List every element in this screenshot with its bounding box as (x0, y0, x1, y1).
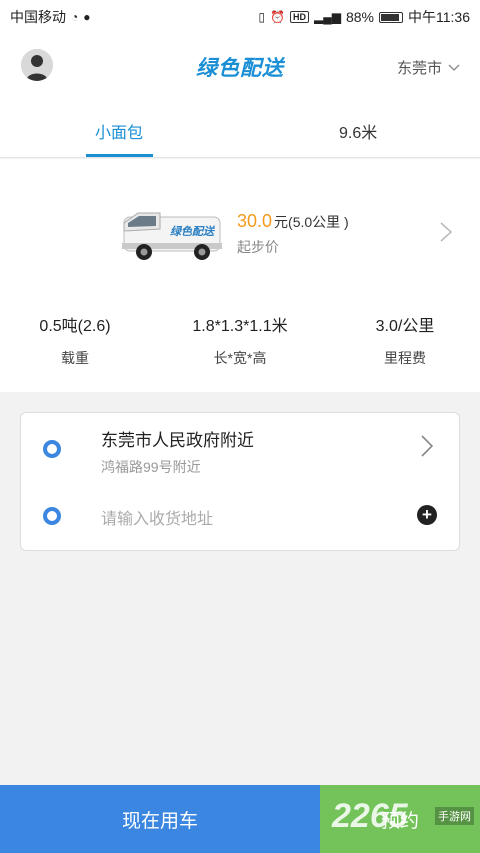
van-brand-text: 绿色配送 (170, 225, 216, 238)
chevron-right-icon[interactable] (421, 435, 433, 457)
wechat-icon: ● (83, 10, 91, 24)
spec-load-value: 0.5吨(2.6) (39, 318, 111, 335)
destination-dot-icon (43, 507, 61, 525)
add-destination-button[interactable]: + (417, 505, 437, 525)
city-selector[interactable]: 东莞市 (397, 57, 460, 78)
battery-icon (379, 11, 403, 23)
spec-dimensions-value: 1.8*1.3*1.1米 (192, 318, 288, 335)
clock: 中午11:36 (408, 9, 470, 25)
price-line: 30.0 元 (5.0公里 ) (237, 211, 349, 232)
use-now-button[interactable]: 现在用车 (0, 785, 320, 853)
spec-mileage-fee: 3.0/公里 里程费 (350, 312, 460, 368)
spec-load: 0.5吨(2.6) 载重 (20, 312, 130, 368)
plus-icon: + (422, 505, 432, 524)
price-value: 30.0 (237, 211, 273, 231)
chevron-right-icon[interactable] (440, 222, 452, 242)
spec-mileage-fee-label: 里程费 (384, 350, 426, 366)
signal-4g-icon: ▂▄▆ (314, 10, 341, 24)
destination-input[interactable]: 请输入收货地址 (101, 505, 213, 529)
hotspot-icon: ◔ (71, 10, 79, 24)
origin-dot-icon (43, 440, 61, 458)
carrier-label: 中国移动 (10, 9, 66, 25)
spec-dimensions: 1.8*1.3*1.1米 长*宽*高 (170, 312, 310, 368)
tab-9-6m[interactable]: 9.6米 (339, 119, 377, 143)
vehicle-tabs: 小面包 9.6米 (0, 100, 480, 158)
address-card: 东莞市人民政府附近 鸿福路99号附近 请输入收货地址 + (20, 412, 460, 551)
base-price-label: 起步价 (237, 239, 279, 255)
chevron-down-icon (448, 64, 460, 71)
spec-dimensions-label: 长*宽*高 (213, 350, 267, 366)
origin-address-detail: 鸿福路99号附近 (101, 459, 201, 475)
book-button[interactable]: 预约 2265 手游网 (320, 785, 480, 853)
spec-load-label: 载重 (61, 350, 89, 366)
app-header: 绿色配送 东莞市 (0, 34, 480, 100)
spec-mileage-fee-value: 3.0/公里 (375, 318, 435, 335)
watermark-logo: 2265 (332, 797, 408, 835)
vehicle-card: 绿色配送 30.0 元 (5.0公里 ) 起步价 0.5吨(2.6) 载重 1.… (0, 159, 480, 392)
alarm-icon: ⏰ (270, 10, 285, 24)
origin-address[interactable]: 东莞市人民政府附近 (101, 426, 254, 451)
hd-icon: HD (290, 11, 309, 23)
vibrate-icon: ▯ (258, 10, 266, 24)
bottom-action-bar: 现在用车 预约 2265 手游网 (0, 785, 480, 853)
city-label: 东莞市 (396, 60, 442, 77)
tab-indicator (86, 154, 153, 157)
tab-small-van[interactable]: 小面包 (95, 119, 143, 143)
watermark-site-label: 手游网 (435, 807, 474, 825)
price-unit: 元 (274, 214, 289, 230)
van-image: 绿色配送 (122, 209, 226, 266)
status-bar: 中国移动 ◔ ● ▯ ⏰ HD ▂▄▆ 88% 中午11:36 (0, 0, 480, 34)
battery-percent: 88% (345, 9, 374, 25)
price-distance-note: (5.0公里 ) (288, 214, 349, 230)
